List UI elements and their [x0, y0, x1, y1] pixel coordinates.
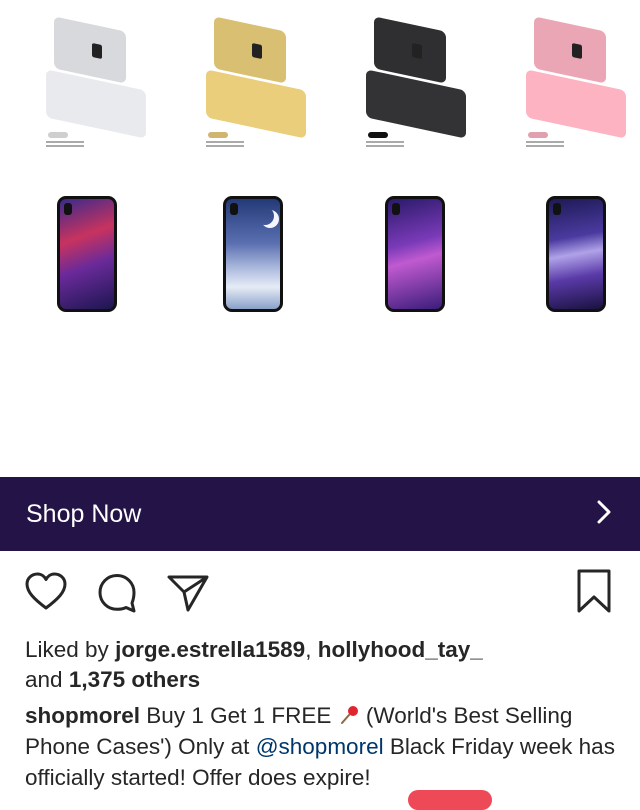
send-icon[interactable]: [166, 572, 210, 619]
galaxy-phone-case: [223, 196, 283, 312]
liker-username[interactable]: hollyhood_tay_: [318, 637, 483, 662]
chevron-right-icon[interactable]: [594, 498, 614, 531]
likes-summary: Liked by jorge.estrella1589, hollyhood_t…: [25, 635, 625, 695]
heart-icon[interactable]: [24, 572, 68, 617]
post-actions: [0, 562, 640, 622]
flip-cover-case: [42, 16, 160, 168]
flip-cover-case: [522, 16, 640, 168]
shop-now-bar[interactable]: Shop Now: [0, 477, 640, 551]
post-caption: shopmorel Buy 1 Get 1 FREE (World's Best…: [25, 700, 635, 793]
product-image[interactable]: [0, 0, 640, 477]
likes-conjunction: and: [25, 667, 63, 692]
partial-red-button[interactable]: [408, 790, 492, 810]
liker-username[interactable]: jorge.estrella1589: [115, 637, 305, 662]
shop-now-label: Shop Now: [26, 499, 142, 528]
comment-icon[interactable]: [96, 572, 138, 619]
galaxy-phone-case: [57, 196, 117, 312]
likes-count[interactable]: 1,375 others: [69, 667, 200, 692]
galaxy-phone-case: [546, 196, 606, 312]
flip-cover-case: [202, 16, 320, 168]
bookmark-icon[interactable]: [576, 568, 612, 619]
flip-cover-case: [362, 16, 480, 168]
pushpin-icon: [338, 703, 360, 725]
likes-separator: ,: [305, 637, 312, 662]
galaxy-phone-case: [385, 196, 445, 312]
caption-text: Buy 1 Get 1 FREE: [146, 703, 332, 728]
caption-username[interactable]: shopmorel: [25, 703, 140, 728]
caption-mention[interactable]: @shopmorel: [256, 734, 384, 759]
liked-by-label: Liked by: [25, 637, 109, 662]
